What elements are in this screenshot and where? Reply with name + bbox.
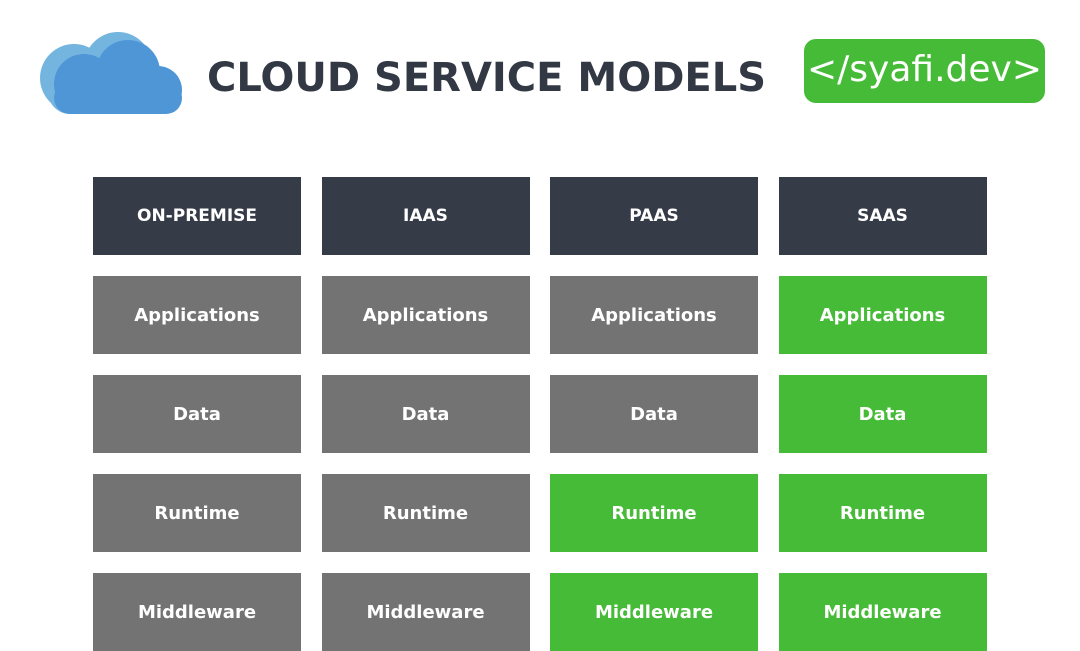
layer-cell-iaas-applications: Applications: [321, 276, 530, 354]
layer-cell-paas-middleware: Middleware: [550, 573, 758, 651]
service-model-grid: ON-PREMISE IAAS PAAS SAAS Applications Applic…: [93, 177, 987, 651]
layer-cell-paas-data: Data: [550, 375, 758, 453]
column-header-iaas: IAAS: [321, 177, 530, 255]
layer-cell-paas-runtime: Runtime: [550, 474, 758, 552]
layer-cell-iaas-data: Data: [321, 375, 530, 453]
layer-cell-saas-middleware: Middleware: [778, 573, 987, 651]
layer-cell-on-premise-middleware: Middleware: [93, 573, 301, 651]
layer-cell-saas-applications: Applications: [778, 276, 987, 354]
layer-cell-saas-runtime: Runtime: [778, 474, 987, 552]
page-title: CLOUD SERVICE MODELS: [207, 55, 767, 101]
brand-badge: </syafi.dev>: [804, 39, 1045, 103]
cloud-icon: [40, 32, 182, 114]
layer-cell-iaas-runtime: Runtime: [321, 474, 530, 552]
column-header-saas: SAAS: [778, 177, 987, 255]
column-header-paas: PAAS: [550, 177, 758, 255]
layer-cell-paas-applications: Applications: [550, 276, 758, 354]
layer-cell-saas-data: Data: [778, 375, 987, 453]
layer-cell-on-premise-data: Data: [93, 375, 301, 453]
layer-cell-on-premise-applications: Applications: [93, 276, 301, 354]
layer-cell-on-premise-runtime: Runtime: [93, 474, 301, 552]
column-header-on-premise: ON-PREMISE: [93, 177, 301, 255]
layer-cell-iaas-middleware: Middleware: [321, 573, 530, 651]
